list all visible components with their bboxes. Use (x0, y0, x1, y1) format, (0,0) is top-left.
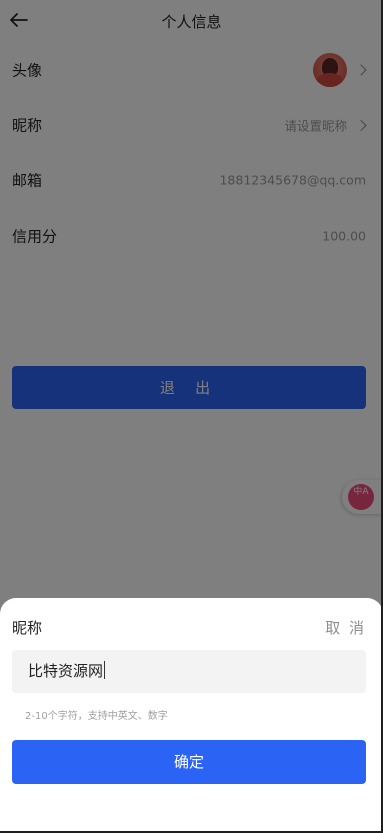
sheet-title: 昵称 (12, 619, 43, 637)
input-hint: 2-10个字符，支持中英文、数字 (25, 711, 168, 722)
nickname-input-value: 比特资源网 (28, 662, 104, 680)
text-cursor (104, 661, 106, 679)
nickname-input[interactable]: 比特资源网 (12, 650, 366, 693)
cancel-button[interactable]: 取 消 (325, 617, 366, 638)
confirm-button[interactable]: 确定 (12, 740, 366, 784)
nickname-sheet: 昵称 取 消 比特资源网 2-10个字符，支持中英文、数字 确定 (0, 598, 383, 833)
